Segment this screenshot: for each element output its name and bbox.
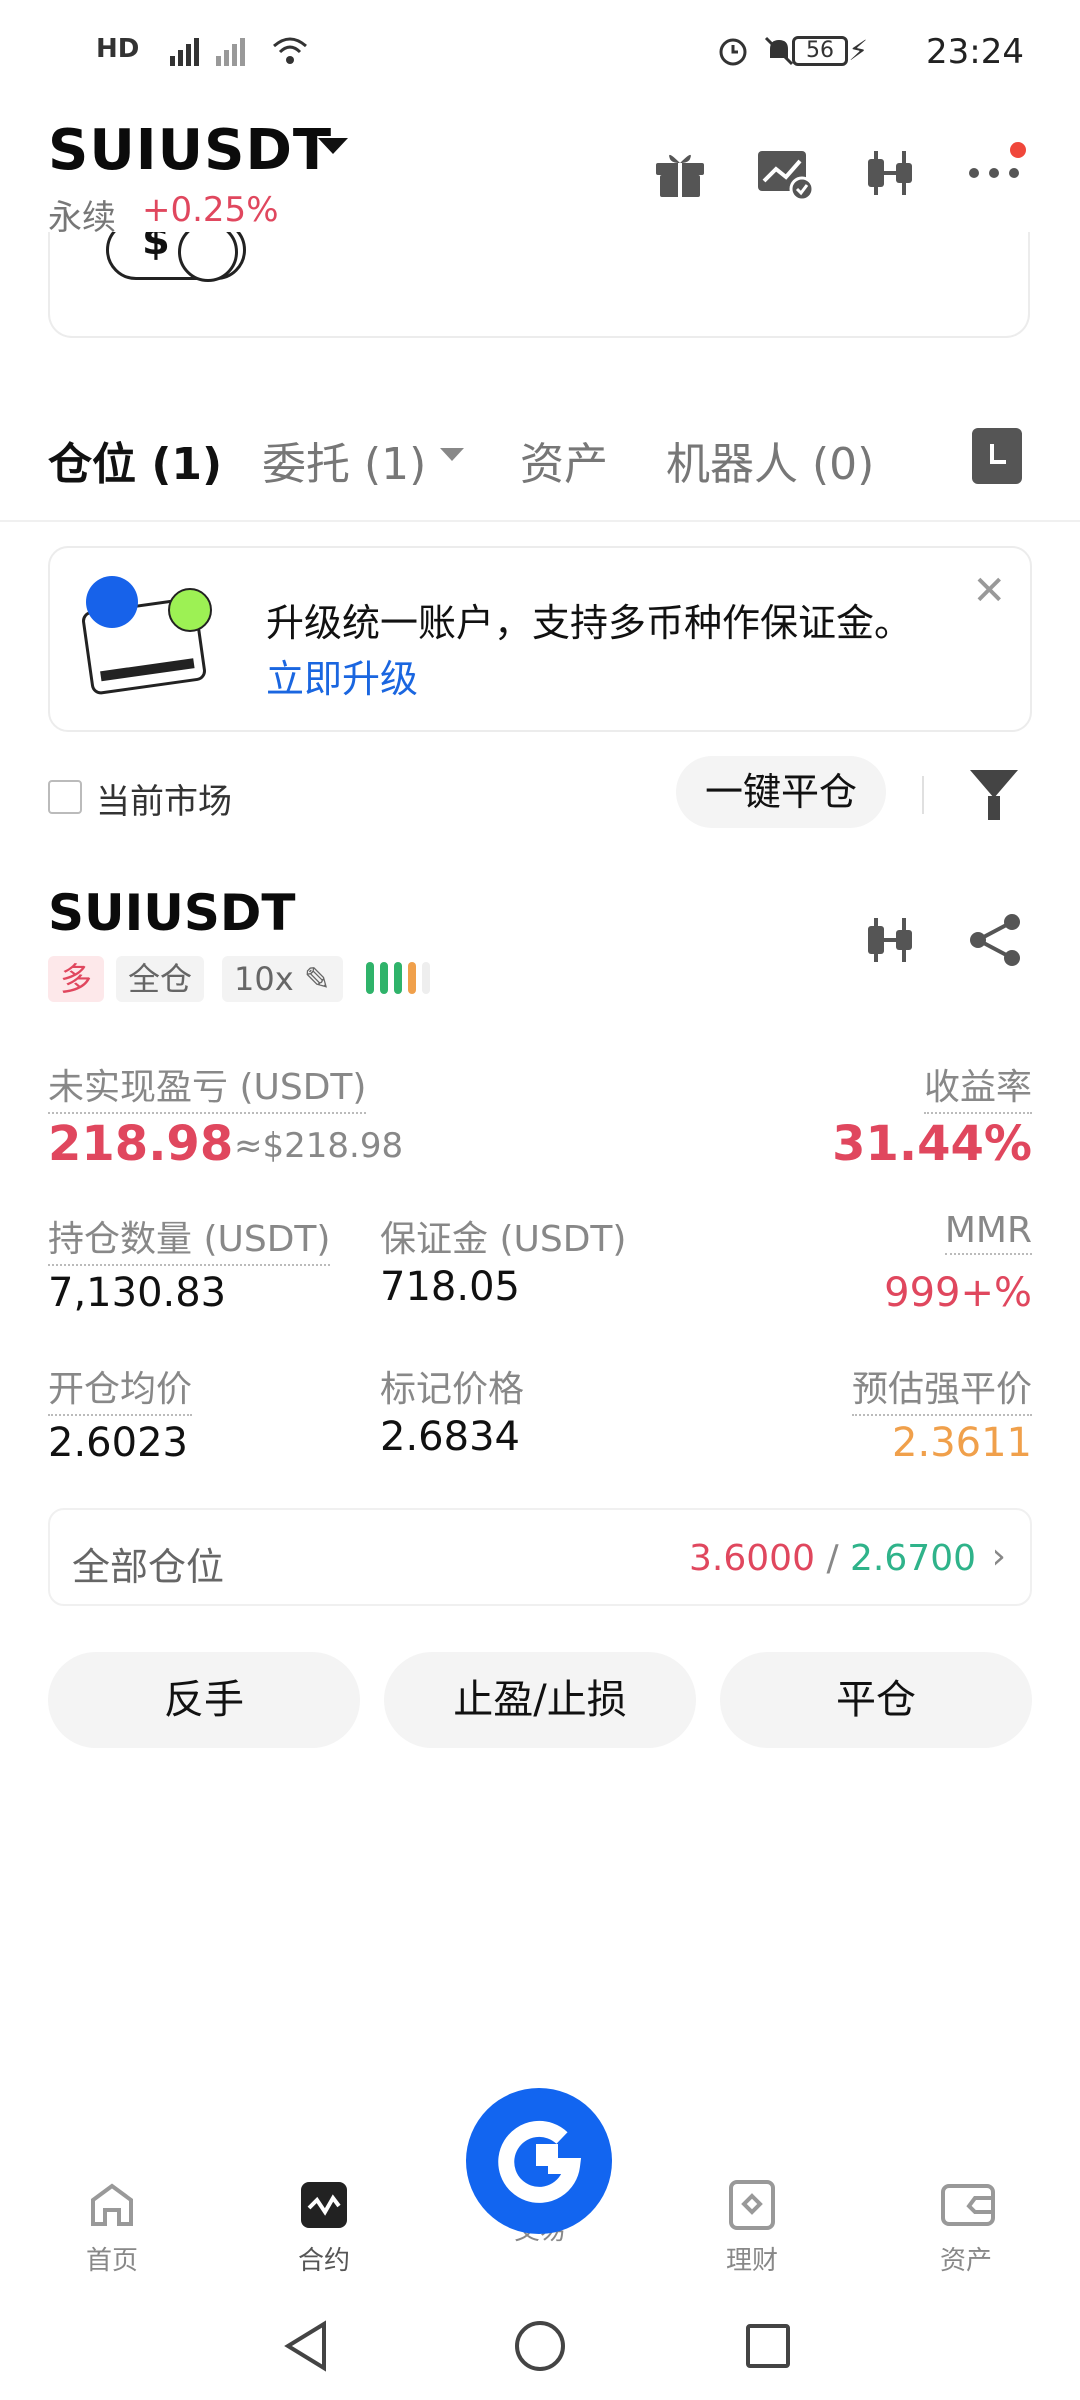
chevron-right-icon: › <box>991 1536 1006 1577</box>
divider <box>922 776 924 814</box>
margin-value: 718.05 <box>380 1264 520 1310</box>
gift-icon[interactable] <box>652 145 708 201</box>
price-change: +0.25% <box>142 190 279 230</box>
chevron-down-icon[interactable] <box>318 138 348 154</box>
reverse-button[interactable]: 反手 <box>48 1652 360 1748</box>
side-badge: 多 <box>48 956 105 1002</box>
all-positions-row[interactable]: 全部仓位 3.6000 / 2.6700 › <box>48 1508 1032 1606</box>
mmr-value: 999+% <box>884 1270 1032 1316</box>
close-position-button[interactable]: 平仓 <box>720 1652 1032 1748</box>
share-icon[interactable] <box>968 912 1024 968</box>
charging-icon: ⚡ <box>848 34 868 67</box>
symbol-selector[interactable]: SUIUSDT <box>48 118 332 183</box>
candlestick-icon[interactable] <box>862 145 918 201</box>
tab-bots[interactable]: 机器人 (0) <box>666 428 874 492</box>
leverage-badge[interactable]: 10x ✎ <box>222 956 343 1002</box>
trade-logo-icon <box>498 2120 582 2203</box>
mmr-label[interactable]: MMR <box>944 1210 1032 1255</box>
chevron-down-icon[interactable] <box>440 448 464 461</box>
mark-price-label: 标记价格 <box>380 1369 525 1410</box>
mark-price-value: 2.6834 <box>380 1414 520 1460</box>
position-symbol: SUIUSDT <box>48 884 296 942</box>
all-positions-label: 全部仓位 <box>72 1545 225 1589</box>
nav-futures-label: 合约 <box>297 2246 350 2276</box>
close-all-button[interactable]: 一键平仓 <box>676 756 886 828</box>
wallet-icon <box>941 2180 995 2230</box>
divider <box>0 520 1080 522</box>
tpsl-values: 3.6000 / 2.6700 <box>689 1538 976 1579</box>
battery-indicator: 56 <box>792 36 848 66</box>
nav-earn-label: 理财 <box>725 2246 778 2276</box>
tab-positions[interactable]: 仓位 (1) <box>48 428 222 492</box>
current-market-checkbox[interactable] <box>48 780 82 814</box>
nav-earn[interactable]: 理财 <box>692 2180 812 2277</box>
edit-icon: ✎ <box>303 960 331 998</box>
entry-price-value: 2.6023 <box>48 1420 188 1466</box>
position-size-label[interactable]: 持仓数量 (USDT) <box>48 1210 331 1266</box>
signal-icon <box>150 34 250 78</box>
blue-coin-icon <box>86 576 138 628</box>
mute-icon <box>762 34 796 76</box>
tab-assets[interactable]: 资产 <box>520 428 608 492</box>
upgrade-title: 升级统一账户，支持多币种作保证金。 <box>266 601 913 645</box>
margin-label: 保证金 (USDT) <box>380 1219 627 1260</box>
green-coin-icon <box>168 588 212 632</box>
nav-assets[interactable]: 资产 <box>906 2180 1026 2277</box>
hd-icon: HD <box>96 34 140 64</box>
roe-label[interactable]: 收益率 <box>923 1058 1032 1114</box>
home-icon <box>87 2180 137 2230</box>
history-document-icon[interactable] <box>972 428 1022 484</box>
market-type: 永续 <box>48 198 116 238</box>
margin-mode-badge: 全仓 <box>116 956 205 1002</box>
tab-orders[interactable]: 委托 (1) <box>262 428 426 492</box>
chart-check-icon[interactable] <box>756 145 815 202</box>
current-market-label: 当前市场 <box>96 782 232 822</box>
nav-futures[interactable]: 合约 <box>264 2180 384 2277</box>
recents-square-icon[interactable] <box>744 2322 792 2374</box>
risk-level-bars <box>366 962 436 998</box>
nav-home-label: 首页 <box>85 2246 138 2276</box>
unrealized-pnl-label[interactable]: 未实现盈亏 (USDT) <box>48 1058 367 1114</box>
liq-price-value: 2.3611 <box>892 1420 1032 1466</box>
home-circle-icon[interactable] <box>512 2318 568 2378</box>
entry-price-label[interactable]: 开仓均价 <box>48 1360 193 1416</box>
filter-icon-stem <box>988 796 1000 820</box>
wifi-icon <box>270 34 310 76</box>
position-size-value: 7,130.83 <box>48 1270 227 1316</box>
alarm-icon <box>716 34 750 76</box>
take-profit-value: 3.6000 <box>689 1538 815 1579</box>
upgrade-now-link[interactable]: 立即升级 <box>266 648 418 703</box>
status-time: 23:24 <box>926 32 1024 72</box>
tpsl-button[interactable]: 止盈/止损 <box>384 1652 696 1748</box>
stop-loss-value: 2.6700 <box>850 1538 976 1579</box>
filter-icon[interactable] <box>970 770 1018 798</box>
roe-value: 31.44% <box>832 1116 1032 1172</box>
status-bar: HD 56 ⚡ 23:24 <box>0 0 1080 100</box>
candlestick-icon[interactable] <box>862 912 918 968</box>
trade-fab-button[interactable] <box>466 2088 612 2234</box>
close-icon[interactable]: ✕ <box>972 568 1006 614</box>
nav-assets-label: 资产 <box>939 2246 992 2276</box>
unrealized-pnl-usd: ≈$218.98 <box>234 1126 404 1166</box>
tpsl-separator: / <box>826 1538 839 1579</box>
futures-icon <box>299 2180 349 2230</box>
back-icon[interactable] <box>282 2318 332 2378</box>
notification-dot <box>1010 142 1026 158</box>
earn-icon <box>727 2180 777 2230</box>
system-nav-bar <box>0 2300 1080 2400</box>
liq-price-label[interactable]: 预估强平价 <box>851 1360 1032 1416</box>
unrealized-pnl-value: 218.98 <box>48 1116 234 1172</box>
upgrade-account-card: 升级统一账户，支持多币种作保证金。 立即升级 ✕ <box>48 546 1032 732</box>
nav-home[interactable]: 首页 <box>52 2180 172 2277</box>
leverage-value: 10x <box>234 960 294 998</box>
